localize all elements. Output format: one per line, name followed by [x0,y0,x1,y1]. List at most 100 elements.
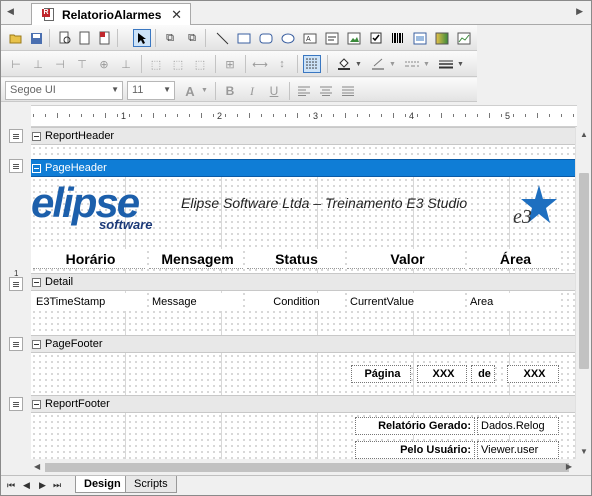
prev-tab-icon[interactable]: ◀ [23,480,30,491]
font-color-dropdown-icon[interactable]: ▼ [201,87,208,94]
line-tool-icon[interactable] [213,29,231,47]
line-color-icon[interactable] [369,55,387,73]
line-weight-icon[interactable] [437,55,455,73]
horizontal-scrollbar[interactable]: ◀ ▶ [31,459,575,475]
rounded-rectangle-tool-icon[interactable] [257,29,275,47]
company-title-label[interactable]: Elipse Software Ltda – Treinamento E3 St… [181,195,467,211]
band-reportfooter[interactable]: ReportFooter [31,395,575,413]
reportfooter-band-handle[interactable] [9,397,23,411]
user-label[interactable]: Pelo Usuário: [355,441,475,459]
subreport-tool-icon[interactable] [411,29,429,47]
print-preview-icon[interactable] [55,29,73,47]
gradient-tool-icon[interactable] [433,29,451,47]
scroll-left-icon[interactable]: ◀ [34,462,40,471]
detail-field-timestamp[interactable]: E3TimeStamp [33,293,145,311]
line-style-icon[interactable] [403,55,421,73]
pageheader-body[interactable]: elipse software Elipse Software Ltda – T… [31,177,575,273]
same-height-icon[interactable]: ⬚ [169,55,187,73]
line-style-dropdown-icon[interactable]: ▼ [423,61,430,68]
of-label[interactable]: de [471,365,495,383]
scroll-right-icon[interactable]: ▶ [566,462,572,471]
rectangle-tool-icon[interactable] [235,29,253,47]
reportfooter-body[interactable]: Relatório Gerado: Dados.Relog Pelo Usuár… [31,413,575,459]
collapse-toggle-icon[interactable] [32,399,41,409]
tab-scripts[interactable]: Scripts [125,476,177,493]
line-color-dropdown-icon[interactable]: ▼ [389,61,396,68]
detail-field-area[interactable]: Area [467,293,557,311]
collapse-toggle-icon[interactable] [32,339,41,349]
font-size-combo[interactable]: 11 ▼ [127,81,175,100]
font-name-combo[interactable]: Segoe UI ▼ [5,81,123,100]
font-color-icon[interactable]: A [181,82,199,100]
fill-color-dropdown-icon[interactable]: ▼ [355,61,362,68]
align-justify-icon[interactable] [339,82,357,100]
align-lefts-icon[interactable]: ⊢ [7,55,25,73]
tab-scroll-left-icon[interactable]: ◀ [7,6,14,17]
textbox-tool-icon[interactable] [323,29,341,47]
bold-icon[interactable]: B [221,82,239,100]
generated-value-field[interactable]: Dados.Relog [477,417,559,435]
font-name-dropdown-icon[interactable]: ▼ [111,85,119,94]
tab-scroll-right-icon[interactable]: ▶ [576,6,583,17]
reportheader-band-handle[interactable] [9,129,23,143]
fill-color-icon[interactable] [335,55,353,73]
collapse-toggle-icon[interactable] [32,131,41,141]
header-col-horario[interactable]: Horário [33,249,145,269]
last-tab-icon[interactable]: ⏭ [53,480,61,491]
pointer-tool-icon[interactable] [133,29,151,47]
pagefooter-band-handle[interactable] [9,337,23,351]
collapse-toggle-icon[interactable] [32,163,41,173]
size-to-grid-icon[interactable]: ⊞ [221,55,239,73]
report-design-surface[interactable]: ReportHeader PageHeader elipse software … [31,127,575,459]
scroll-up-icon[interactable]: ▲ [580,130,588,139]
align-center-icon[interactable] [317,82,335,100]
page-number-field[interactable]: XXX [417,365,467,383]
header-col-status[interactable]: Status [247,249,343,269]
align-left-icon[interactable] [295,82,313,100]
same-width-icon[interactable]: ⬚ [147,55,165,73]
same-size-icon[interactable]: ⬚ [191,55,209,73]
send-to-back-icon[interactable]: ⧉ [183,29,201,47]
checkbox-tool-icon[interactable] [367,29,385,47]
align-centers-icon[interactable]: ⊥ [29,55,47,73]
scroll-down-icon[interactable]: ▼ [580,447,588,456]
collapse-toggle-icon[interactable] [32,277,41,287]
tab-design[interactable]: Design [75,476,130,493]
align-tops-icon[interactable]: ⊤ [73,55,91,73]
pagefooter-body[interactable]: Página XXX de XXX [31,353,575,395]
page-label[interactable]: Página [351,365,411,383]
close-tab-icon[interactable]: ✕ [171,7,182,23]
horizontal-spacing-icon[interactable]: ⟷ [251,55,269,73]
vertical-spacing-icon[interactable]: ↕ [273,55,291,73]
chart-tool-icon[interactable] [455,29,473,47]
align-bottoms-icon[interactable]: ⊥ [117,55,135,73]
open-icon[interactable] [7,29,25,47]
detail-field-condition[interactable]: Condition [247,293,343,311]
first-tab-icon[interactable]: ⏮ [7,480,15,491]
band-detail[interactable]: Detail [31,273,575,291]
align-middles-icon[interactable]: ⊕ [95,55,113,73]
band-reportheader[interactable]: ReportHeader [31,127,575,145]
image-tool-icon[interactable] [345,29,363,47]
detail-field-message[interactable]: Message [149,293,243,311]
user-value-field[interactable]: Viewer.user [477,441,559,459]
band-pageheader[interactable]: PageHeader [31,159,575,177]
band-pagefooter[interactable]: PageFooter [31,335,575,353]
detail-field-currentvalue[interactable]: CurrentValue [347,293,465,311]
horizontal-scroll-thumb[interactable] [45,463,569,472]
reportheader-body[interactable] [31,145,575,159]
report-properties-icon[interactable] [95,29,113,47]
align-rights-icon[interactable]: ⊣ [51,55,69,73]
generated-label[interactable]: Relatório Gerado: [355,417,475,435]
bring-to-front-icon[interactable]: ⧉ [161,29,179,47]
vertical-scrollbar[interactable]: ▲ ▼ [575,127,591,459]
line-weight-dropdown-icon[interactable]: ▼ [457,61,464,68]
header-col-area[interactable]: Área [469,249,559,269]
vertical-scroll-thumb[interactable] [579,173,589,369]
save-icon[interactable] [27,29,45,47]
font-size-dropdown-icon[interactable]: ▼ [163,85,171,94]
next-tab-icon[interactable]: ▶ [39,480,46,491]
ellipse-tool-icon[interactable] [279,29,297,47]
header-col-valor[interactable]: Valor [347,249,465,269]
detail-band-handle[interactable] [9,277,23,291]
